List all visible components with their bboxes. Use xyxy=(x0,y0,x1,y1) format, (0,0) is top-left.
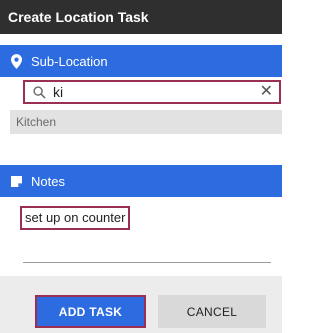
search-icon xyxy=(29,82,49,102)
dialog-title: Create Location Task xyxy=(0,0,282,34)
notes-field-underline xyxy=(23,262,271,263)
notes-text[interactable]: set up on counter xyxy=(20,206,131,230)
cancel-button[interactable]: CANCEL xyxy=(158,295,266,328)
sub-location-header: Sub-Location xyxy=(0,45,282,77)
sub-location-search-input[interactable] xyxy=(53,84,253,100)
location-pin-icon xyxy=(9,53,23,69)
notes-header: Notes xyxy=(0,165,282,197)
sub-location-header-label: Sub-Location xyxy=(31,53,108,69)
notes-header-label: Notes xyxy=(31,173,65,189)
sub-location-search[interactable]: ✕ xyxy=(23,80,281,104)
note-icon xyxy=(9,173,23,189)
add-task-button[interactable]: ADD TASK xyxy=(35,295,146,328)
create-location-task-dialog: Create Location Task Sub-Location ✕ Kitc… xyxy=(0,0,282,333)
suggestion-item-kitchen[interactable]: Kitchen xyxy=(10,110,282,134)
close-icon[interactable]: ✕ xyxy=(260,83,273,101)
